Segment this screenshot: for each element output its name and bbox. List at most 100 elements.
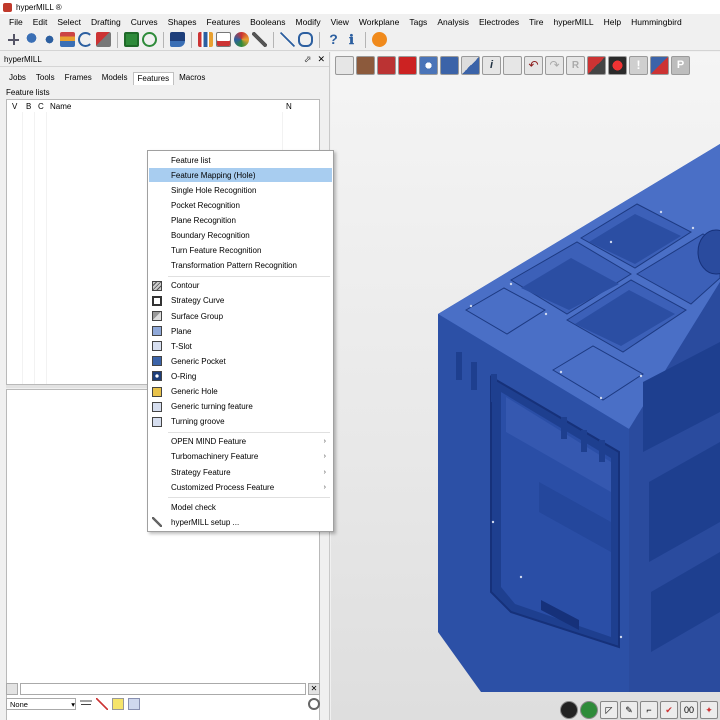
settings-icon[interactable] bbox=[308, 698, 320, 710]
ruler-icon[interactable]: ◸ bbox=[600, 701, 618, 719]
locate-icon[interactable] bbox=[42, 32, 57, 47]
refresh-icon[interactable] bbox=[142, 32, 157, 47]
menu-modify[interactable]: Modify bbox=[291, 17, 326, 27]
menu-item-model-check[interactable]: Model check bbox=[149, 500, 332, 514]
line-icon[interactable] bbox=[280, 32, 295, 47]
menu-item-contour[interactable]: Contour bbox=[149, 279, 332, 293]
menu-item-plane-recognition[interactable]: Plane Recognition bbox=[149, 213, 332, 227]
tab-features[interactable]: Features bbox=[132, 72, 175, 85]
menu-item-open-mind-feature[interactable]: OPEN MIND Feature › bbox=[149, 435, 332, 449]
help-icon[interactable]: ? bbox=[326, 32, 341, 47]
column-header-name[interactable]: Name bbox=[45, 102, 281, 111]
menu-item-feature-mapping-hole[interactable]: Feature Mapping (Hole) bbox=[149, 168, 332, 183]
menu-item-turning-groove[interactable]: Turning groove bbox=[149, 415, 332, 429]
menu-item-t-slot[interactable]: T-Slot bbox=[149, 339, 332, 353]
menu-item-hypermill-setup[interactable]: hyperMILL setup ... bbox=[149, 515, 332, 529]
menu-analysis[interactable]: Analysis bbox=[432, 17, 474, 27]
pin-icon[interactable]: ⬀ bbox=[304, 54, 312, 65]
eraser-icon[interactable] bbox=[96, 32, 111, 47]
tab-models[interactable]: Models bbox=[97, 71, 133, 85]
menu-item-single-hole-recognition[interactable]: Single Hole Recognition bbox=[149, 183, 332, 197]
menu-item-feature-list[interactable]: Feature list bbox=[149, 153, 332, 167]
menu-booleans[interactable]: Booleans bbox=[245, 17, 290, 27]
highlight-icon[interactable] bbox=[112, 698, 124, 710]
column-header-n[interactable]: N bbox=[281, 102, 311, 111]
menu-item-generic-pocket[interactable]: Generic Pocket bbox=[149, 354, 332, 368]
menu-item-generic-turning-feature[interactable]: Generic turning feature bbox=[149, 400, 332, 414]
menu-drafting[interactable]: Drafting bbox=[86, 17, 126, 27]
undo-icon[interactable] bbox=[78, 32, 93, 47]
menu-features[interactable]: Features bbox=[202, 17, 246, 27]
search-option-button[interactable] bbox=[6, 682, 18, 695]
clear-search-icon[interactable]: ✕ bbox=[308, 682, 320, 695]
column-header-v[interactable]: V bbox=[7, 102, 21, 111]
lamp-icon[interactable] bbox=[24, 32, 39, 47]
menu-curves[interactable]: Curves bbox=[126, 17, 163, 27]
machined-part-model[interactable] bbox=[331, 52, 720, 720]
turning-feature-icon bbox=[152, 401, 162, 412]
link-icon[interactable] bbox=[298, 32, 313, 47]
column-header-b[interactable]: B bbox=[21, 102, 33, 111]
zoom-level-indicator[interactable]: 00 bbox=[680, 701, 698, 719]
menu-tire[interactable]: Tire bbox=[524, 17, 548, 27]
menu-hypermill[interactable]: hyperMILL bbox=[548, 17, 598, 27]
menu-item-label: Customized Process Feature bbox=[171, 482, 275, 492]
tab-macros[interactable]: Macros bbox=[174, 71, 210, 85]
menu-item-plane[interactable]: Plane bbox=[149, 324, 332, 338]
menu-item-generic-hole[interactable]: Generic Hole bbox=[149, 385, 332, 399]
menu-item-strategy-curve[interactable]: Strategy Curve bbox=[149, 294, 332, 308]
menu-workplane[interactable]: Workplane bbox=[354, 17, 404, 27]
search-input[interactable] bbox=[20, 682, 306, 695]
menu-item-label: Contour bbox=[171, 281, 200, 291]
layers-icon[interactable] bbox=[60, 32, 75, 47]
tab-jobs[interactable]: Jobs bbox=[4, 71, 31, 85]
spreadsheet-icon[interactable] bbox=[124, 32, 139, 47]
menu-item-surface-group[interactable]: Surface Group bbox=[149, 309, 332, 323]
filter-select[interactable]: None ▾ bbox=[6, 698, 76, 710]
close-icon[interactable]: ✕ bbox=[317, 54, 325, 65]
recycle-icon[interactable] bbox=[580, 701, 598, 719]
pen-icon[interactable]: ✎ bbox=[620, 701, 638, 719]
menu-electrodes[interactable]: Electrodes bbox=[474, 17, 524, 27]
menu-item-turn-feature-recognition[interactable]: Turn Feature Recognition bbox=[149, 244, 332, 258]
snap-icon[interactable]: ⌐ bbox=[640, 701, 658, 719]
check-icon[interactable]: ✔ bbox=[660, 701, 678, 719]
grid-icon[interactable] bbox=[6, 32, 21, 47]
filter-clear-icon[interactable] bbox=[96, 698, 108, 710]
menu-item-o-ring[interactable]: O-Ring bbox=[149, 369, 332, 383]
tab-tools[interactable]: Tools bbox=[31, 71, 60, 85]
column-header-c[interactable]: C bbox=[33, 102, 45, 111]
menu-item-strategy-feature[interactable]: Strategy Feature › bbox=[149, 465, 332, 479]
tools-icon[interactable] bbox=[252, 32, 267, 47]
menu-hummingbird[interactable]: Hummingbird bbox=[626, 17, 687, 27]
menu-item-label: hyperMILL setup ... bbox=[171, 517, 240, 527]
feature-context-menu: Feature list Feature Mapping (Hole) Single… bbox=[147, 150, 334, 532]
menu-select[interactable]: Select bbox=[52, 17, 86, 27]
3d-viewport[interactable]: i ↶ ↷ R ! P ◸ ✎ ⌐ ✔ 00 ✦ bbox=[331, 52, 720, 720]
menu-item-customized-process-feature[interactable]: Customized Process Feature › bbox=[149, 480, 332, 494]
menu-item-boundary-recognition[interactable]: Boundary Recognition bbox=[149, 229, 332, 243]
wand-icon[interactable]: ✦ bbox=[700, 701, 718, 719]
main-toolbar: ? ℹ bbox=[0, 29, 720, 51]
info-icon[interactable]: ℹ bbox=[344, 32, 359, 47]
feature-list-header: V B C Name N bbox=[7, 100, 319, 112]
menu-file[interactable]: File bbox=[4, 17, 28, 27]
document-icon[interactable] bbox=[216, 32, 231, 47]
menu-view[interactable]: View bbox=[326, 17, 354, 27]
boot-icon[interactable] bbox=[170, 32, 185, 47]
menu-item-label: Single Hole Recognition bbox=[171, 185, 257, 195]
menu-item-transformation-pattern-recognition[interactable]: Transformation Pattern Recognition bbox=[149, 259, 332, 273]
menu-shapes[interactable]: Shapes bbox=[163, 17, 202, 27]
filter-icon[interactable] bbox=[80, 698, 92, 710]
menu-tags[interactable]: Tags bbox=[404, 17, 432, 27]
menu-help[interactable]: Help bbox=[599, 17, 626, 27]
hummingbird-icon[interactable] bbox=[372, 32, 387, 47]
menu-item-pocket-recognition[interactable]: Pocket Recognition bbox=[149, 198, 332, 212]
palette-icon[interactable] bbox=[234, 32, 249, 47]
select-icon[interactable] bbox=[128, 698, 140, 710]
render-mode-icon[interactable] bbox=[560, 701, 578, 719]
tab-frames[interactable]: Frames bbox=[60, 71, 97, 85]
menu-item-turbomachinery-feature[interactable]: Turbomachinery Feature › bbox=[149, 450, 332, 464]
chart-icon[interactable] bbox=[198, 32, 213, 47]
menu-edit[interactable]: Edit bbox=[28, 17, 53, 27]
